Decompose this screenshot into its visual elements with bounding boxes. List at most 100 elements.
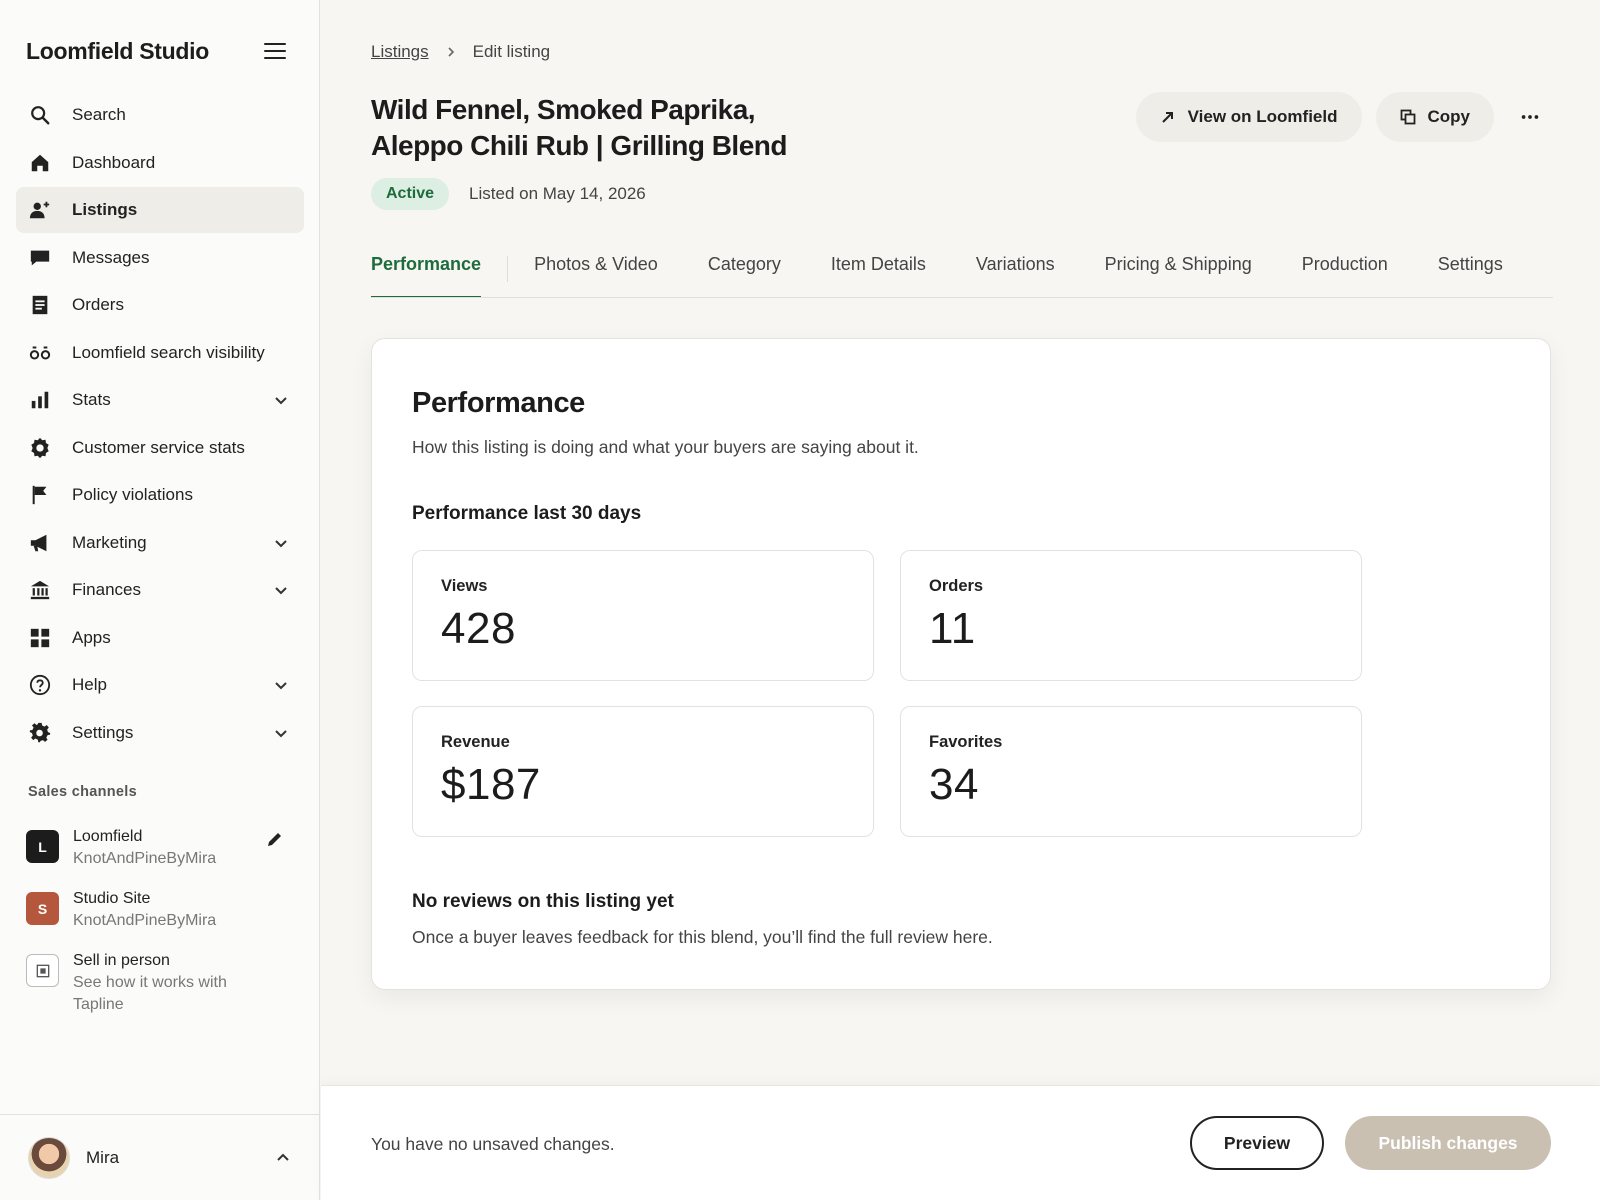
sidebar-item-label: Loomfield search visibility <box>72 342 265 362</box>
sidebar-item-label: Policy violations <box>72 485 193 504</box>
view-on-site-label: View on Loomfield <box>1187 107 1338 126</box>
channel-name: Sell in person <box>73 952 170 969</box>
orders-icon <box>28 293 52 317</box>
breadcrumb: Listings Edit listing <box>371 42 550 62</box>
sidebar-item-customer-service-stats[interactable]: Customer service stats <box>16 425 304 471</box>
tab-settings[interactable]: Settings <box>1438 236 1503 297</box>
chevron-down-icon[interactable] <box>272 391 290 409</box>
tab-category[interactable]: Category <box>708 236 781 297</box>
more-options-icon[interactable] <box>1508 95 1552 139</box>
save-bar: You have no unsaved changes. Preview Pub… <box>321 1085 1600 1200</box>
channel-badge: L <box>26 830 59 863</box>
sidebar-item-stats[interactable]: Stats <box>16 377 304 423</box>
tab-item-details[interactable]: Item Details <box>831 236 926 297</box>
visibility-icon <box>28 341 52 365</box>
stat-value: 11 <box>929 604 976 653</box>
stat-revenue: Revenue $187 <box>412 706 874 837</box>
sidebar-item-label: Customer service stats <box>72 437 245 457</box>
listings-icon <box>28 198 52 222</box>
performance-title: Performance <box>412 387 585 419</box>
user-menu[interactable]: Mira <box>0 1114 320 1200</box>
copy-icon <box>1400 109 1415 125</box>
sidebar-item-policy-violations[interactable]: Policy violations <box>16 472 304 518</box>
message-icon <box>28 246 52 270</box>
settings-icon <box>28 721 52 745</box>
help-icon <box>28 673 52 697</box>
sidebar-item-label: Dashboard <box>72 152 156 172</box>
sidebar-item-label: Apps <box>72 627 111 647</box>
channel-shop: KnotAndPineByMira <box>73 912 217 929</box>
megaphone-icon <box>28 531 52 555</box>
view-on-site-button[interactable]: View on Loomfield <box>1135 92 1362 142</box>
sidebar-item-orders[interactable]: Orders <box>16 282 304 328</box>
chevron-right-icon <box>448 47 454 57</box>
sidebar-item-search-visibility[interactable]: Loomfield search visibility <box>16 330 304 376</box>
performance-subtitle: How this listing is doing and what your … <box>412 437 919 457</box>
channel-sell-in-person[interactable]: Sell in person See how it works with Tap… <box>26 950 296 1016</box>
search-icon <box>28 103 52 127</box>
save-status-text: You have no unsaved changes. <box>371 1134 615 1154</box>
sidebar-item-label: Listings <box>72 200 138 219</box>
stat-value: $187 <box>441 760 541 809</box>
sidebar-item-messages[interactable]: Messages <box>16 235 304 281</box>
tab-production[interactable]: Production <box>1302 236 1388 297</box>
breadcrumb-listings-link[interactable]: Listings <box>371 42 429 62</box>
sidebar-item-label: Marketing <box>72 532 147 552</box>
stat-views: Views 428 <box>412 550 874 681</box>
tab-photos-video[interactable]: Photos & Video <box>534 236 658 297</box>
channel-shop: KnotAndPineByMira <box>73 850 217 867</box>
channel-studio-site[interactable]: S Studio Site KnotAndPineByMira <box>26 888 296 932</box>
pencil-icon[interactable] <box>266 830 284 848</box>
sidebar-item-settings[interactable]: Settings <box>16 710 304 756</box>
channel-link[interactable]: See how it works with Tapline <box>73 972 263 1016</box>
brand-name: Loomfield Studio <box>26 37 210 64</box>
chevron-up-icon[interactable] <box>274 1149 292 1167</box>
chevron-down-icon[interactable] <box>272 534 290 552</box>
sidebar-item-finances[interactable]: Finances <box>16 567 304 613</box>
stat-label: Orders <box>929 577 984 595</box>
stat-value: 34 <box>929 760 979 809</box>
copy-button[interactable]: Copy <box>1375 92 1494 142</box>
sidebar-item-marketing[interactable]: Marketing <box>16 520 304 566</box>
channel-name: Loomfield <box>73 828 143 845</box>
sidebar-item-apps[interactable]: Apps <box>16 615 304 661</box>
main-content: Listings Edit listing Wild Fennel, Smoke… <box>321 0 1600 1200</box>
sidebar-item-label: Settings <box>72 722 134 742</box>
apps-icon <box>28 626 52 650</box>
chevron-down-icon[interactable] <box>272 581 290 599</box>
chevron-down-icon[interactable] <box>272 676 290 694</box>
publish-changes-button[interactable]: Publish changes <box>1345 1116 1551 1170</box>
flag-icon <box>28 483 52 507</box>
gear-badge-icon <box>28 436 52 460</box>
tab-pricing-shipping[interactable]: Pricing & Shipping <box>1105 236 1252 297</box>
tab-divider <box>507 256 509 282</box>
user-name: Mira <box>86 1147 120 1167</box>
channel-loomfield[interactable]: L Loomfield KnotAndPineByMira <box>26 826 296 870</box>
sidebar-item-help[interactable]: Help <box>16 662 304 708</box>
sidebar-item-search[interactable]: Search <box>16 92 304 138</box>
tab-performance[interactable]: Performance <box>371 236 482 297</box>
sidebar-item-listings[interactable]: Listings <box>16 187 304 233</box>
tab-variations[interactable]: Variations <box>976 236 1055 297</box>
listing-status-row: Active Listed on May 14, 2026 <box>371 178 646 210</box>
avatar <box>28 1136 70 1179</box>
sidebar-item-dashboard[interactable]: Dashboard <box>16 140 304 186</box>
menu-icon[interactable] <box>264 43 286 59</box>
channel-name: Studio Site <box>73 890 151 907</box>
reviews-title: No reviews on this listing yet <box>412 891 674 912</box>
sidebar-item-label: Search <box>72 105 126 124</box>
sidebar-item-label: Stats <box>72 390 111 409</box>
breadcrumb-current: Edit listing <box>472 42 551 61</box>
sidebar-nav: Search Dashboard Listings Messages Order… <box>16 92 304 757</box>
sales-channels-heading: Sales channels <box>28 784 137 800</box>
status-badge: Active <box>371 178 450 210</box>
stat-label: Revenue <box>441 733 510 751</box>
channel-badge: S <box>26 892 59 925</box>
chevron-down-icon[interactable] <box>272 724 290 742</box>
copy-label: Copy <box>1427 107 1471 126</box>
preview-button[interactable]: Preview <box>1190 1116 1324 1170</box>
sidebar-item-label: Messages <box>72 247 150 267</box>
stat-favorites: Favorites 34 <box>900 706 1362 837</box>
stat-label: Favorites <box>929 733 1003 751</box>
sidebar-item-label: Orders <box>72 295 124 314</box>
